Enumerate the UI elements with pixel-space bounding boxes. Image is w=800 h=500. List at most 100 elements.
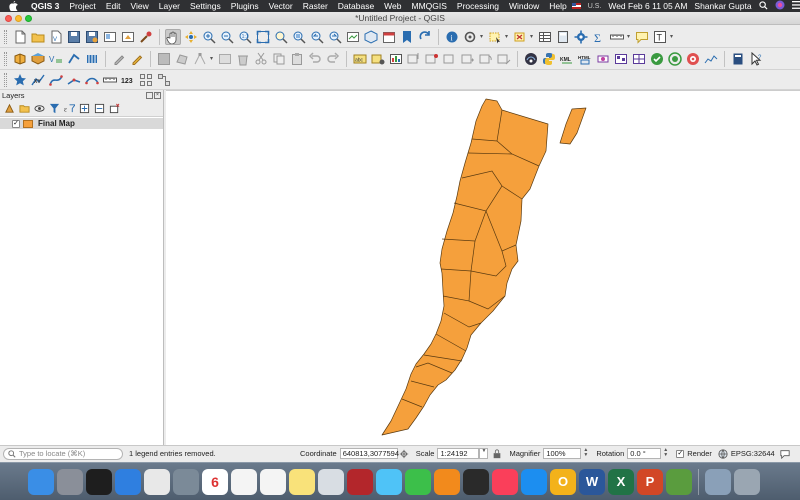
manage-map-themes-icon[interactable] <box>33 102 46 115</box>
dock-reminders-icon[interactable] <box>231 468 257 495</box>
dock-photos-icon[interactable] <box>260 468 286 495</box>
filter-legend-icon[interactable] <box>48 102 61 115</box>
digitize-star-icon[interactable] <box>12 72 28 88</box>
menu-project[interactable]: Project <box>64 1 100 11</box>
layer-item-final-map[interactable]: ✓ Final Map <box>0 118 163 129</box>
close-window-button[interactable] <box>5 15 12 22</box>
menu-settings[interactable]: Settings <box>185 1 226 11</box>
digitize-curve-icon[interactable] <box>48 72 64 88</box>
grid-settings-icon[interactable] <box>138 72 154 88</box>
menu-database[interactable]: Database <box>333 1 379 11</box>
identify-features-icon[interactable]: i <box>444 29 460 45</box>
spotlight-icon[interactable] <box>758 0 768 12</box>
copy-features-icon[interactable] <box>271 51 287 67</box>
map-canvas[interactable] <box>166 90 800 445</box>
menu-web[interactable]: Web <box>379 1 406 11</box>
toggle-editing-icon[interactable] <box>129 51 145 67</box>
dropdown-arrow-icon[interactable]: ▾ <box>210 55 215 62</box>
plugin-purple-icon[interactable] <box>595 51 611 67</box>
add-delimited-text-layer-icon[interactable]: V <box>48 51 64 67</box>
spatial-bookmarks-icon[interactable] <box>399 29 415 45</box>
dropdown-arrow-icon[interactable]: ▾ <box>627 33 632 40</box>
pan-to-selection-icon[interactable] <box>183 29 199 45</box>
collapse-all-icon[interactable] <box>93 102 106 115</box>
notification-center-icon[interactable] <box>791 1 800 11</box>
dropdown-arrow-icon[interactable]: ▾ <box>670 33 675 40</box>
open-attribute-table-icon[interactable] <box>537 29 553 45</box>
style-manager-icon[interactable] <box>138 29 154 45</box>
dock-outlook-icon[interactable]: O <box>550 468 576 495</box>
dock-messages-icon[interactable] <box>376 468 402 495</box>
dock-chrome-icon[interactable] <box>144 468 170 495</box>
rotation-field[interactable]: 0.0 ° <box>627 448 662 459</box>
toolbar-grip[interactable] <box>4 29 7 44</box>
zoom-in-icon[interactable] <box>201 29 217 45</box>
zoom-full-icon[interactable] <box>255 29 271 45</box>
temporal-controller-icon[interactable] <box>381 29 397 45</box>
help-contents-icon[interactable] <box>730 51 746 67</box>
remove-layer-icon[interactable] <box>108 102 121 115</box>
layer-labeling-options-icon[interactable] <box>370 51 386 67</box>
dock-books-icon[interactable] <box>434 468 460 495</box>
dock-powerpoint-icon[interactable]: P <box>637 468 663 495</box>
dock-photo-booth-2-icon[interactable] <box>463 468 489 495</box>
dropdown-arrow-icon[interactable]: ▾ <box>505 33 510 40</box>
processing-toolbox-icon[interactable] <box>573 29 589 45</box>
menu-help[interactable]: Help <box>544 1 571 11</box>
export-html-icon[interactable]: HTML <box>577 51 593 67</box>
deselect-features-icon[interactable] <box>512 29 528 45</box>
dock-calendar-icon[interactable]: 6 <box>202 468 228 495</box>
menu-app-qgis[interactable]: QGIS 3 <box>26 1 64 11</box>
whats-this-icon[interactable]: ? <box>748 51 764 67</box>
crs-label[interactable]: EPSG:32644 <box>731 449 775 458</box>
dock-excel-icon[interactable]: X <box>608 468 634 495</box>
dock-facetime-icon[interactable] <box>405 468 431 495</box>
run-feature-action-icon[interactable] <box>462 29 478 45</box>
change-label-icon[interactable] <box>496 51 512 67</box>
zoom-native-resolution-icon[interactable]: 1:1 <box>237 29 253 45</box>
layout-manager-icon[interactable] <box>102 29 118 45</box>
label-abc-icon[interactable]: abc <box>352 51 368 67</box>
dock-mission-control-icon[interactable] <box>86 468 112 495</box>
input-source-label[interactable]: U.S. <box>588 3 602 10</box>
measure-line-icon[interactable] <box>609 29 625 45</box>
add-xy-point-icon[interactable]: XY <box>30 72 46 88</box>
toolbar-grip[interactable] <box>4 72 7 87</box>
menu-plugins[interactable]: Plugins <box>226 1 264 11</box>
delete-selected-icon[interactable] <box>235 51 251 67</box>
dropdown-arrow-icon[interactable]: ▾ <box>480 33 485 40</box>
refresh-icon[interactable] <box>417 29 433 45</box>
coordinate-field[interactable]: 640813,3077594 <box>339 448 399 459</box>
menu-mmqgis[interactable]: MMQGIS <box>407 1 452 11</box>
modify-attributes-icon[interactable] <box>217 51 233 67</box>
zoom-last-icon[interactable] <box>309 29 325 45</box>
map-tips-icon[interactable] <box>634 29 650 45</box>
undo-icon[interactable] <box>307 51 323 67</box>
current-edits-icon[interactable] <box>111 51 127 67</box>
move-label-icon[interactable] <box>460 51 476 67</box>
user-name[interactable]: Shankar Gupta <box>694 1 751 11</box>
zoom-window-button[interactable] <box>25 15 32 22</box>
menu-layer[interactable]: Layer <box>154 1 185 11</box>
map-polygons[interactable] <box>166 91 800 446</box>
dock-downloads-icon[interactable] <box>705 468 731 495</box>
dropdown-arrow-icon[interactable]: ▾ <box>530 33 535 40</box>
zoom-next-icon[interactable] <box>327 29 343 45</box>
toggle-extents-icon[interactable] <box>398 448 410 460</box>
print-composer-icon[interactable] <box>120 29 136 45</box>
new-project-icon[interactable] <box>12 29 28 45</box>
cut-features-icon[interactable] <box>253 51 269 67</box>
redo-icon[interactable] <box>325 51 341 67</box>
zoom-out-icon[interactable] <box>219 29 235 45</box>
us-flag-icon[interactable] <box>571 3 581 9</box>
zoom-to-selection-icon[interactable] <box>273 29 289 45</box>
dock-trash-icon[interactable] <box>734 468 760 495</box>
float-panel-button[interactable] <box>146 92 153 99</box>
dock-image-capture-icon[interactable] <box>173 468 199 495</box>
new-3d-map-view-icon[interactable] <box>363 29 379 45</box>
add-polygon-feature-icon[interactable] <box>174 51 190 67</box>
expand-all-icon[interactable] <box>78 102 91 115</box>
measure-distance-icon[interactable] <box>102 72 118 88</box>
open-layer-styling-icon[interactable] <box>3 102 16 115</box>
close-panel-button[interactable]: × <box>154 92 161 99</box>
